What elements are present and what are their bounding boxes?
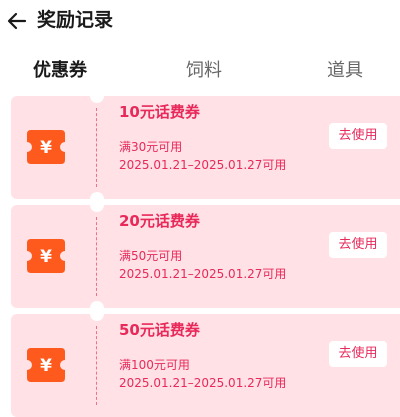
card-notch — [90, 205, 104, 212]
use-coupon-button[interactable]: 去使用 — [329, 341, 387, 367]
coupon-condition: 满100元可用 — [119, 358, 190, 372]
card-notch — [90, 192, 104, 199]
svg-text:¥: ¥ — [40, 356, 52, 376]
tab-coupons[interactable]: 优惠券 — [33, 58, 87, 84]
tab-feed[interactable]: 饲料 — [186, 58, 222, 84]
coupon-card: ¥ 50元话费券 满100元可用 2025.01.21–2025.01.27可用… — [11, 314, 400, 417]
card-notch — [90, 301, 104, 308]
use-coupon-button[interactable]: 去使用 — [329, 123, 387, 149]
coupon-title: 20元话费券 — [119, 212, 200, 230]
coupon-title: 10元话费券 — [119, 103, 200, 121]
coupon-validity: 2025.01.21–2025.01.27可用 — [119, 158, 287, 172]
coupon-condition: 满50元可用 — [119, 249, 183, 263]
coupon-card: ¥ 10元话费券 满30元可用 2025.01.21–2025.01.27可用 … — [11, 96, 400, 199]
coupon-condition: 满30元可用 — [119, 140, 183, 154]
coupon-card: ¥ 20元话费券 满50元可用 2025.01.21–2025.01.27可用 … — [11, 205, 400, 308]
card-notch — [90, 314, 104, 321]
coupon-validity: 2025.01.21–2025.01.27可用 — [119, 267, 287, 281]
coupon-validity: 2025.01.21–2025.01.27可用 — [119, 376, 287, 390]
yuan-ticket-icon: ¥ — [25, 237, 67, 275]
card-divider — [96, 326, 97, 405]
yuan-ticket-icon: ¥ — [25, 128, 67, 166]
arrow-left-icon[interactable] — [6, 10, 28, 32]
svg-text:¥: ¥ — [40, 247, 52, 267]
page-title: 奖励记录 — [37, 9, 114, 31]
header-bar: 奖励记录 — [0, 0, 400, 44]
card-notch — [90, 96, 104, 103]
tab-props[interactable]: 道具 — [327, 58, 363, 84]
card-divider — [96, 217, 97, 296]
tab-bar: 优惠券 饲料 道具 — [0, 56, 400, 92]
use-coupon-button[interactable]: 去使用 — [329, 232, 387, 258]
card-divider — [96, 108, 97, 187]
coupon-title: 50元话费券 — [119, 321, 200, 339]
svg-text:¥: ¥ — [40, 138, 52, 158]
yuan-ticket-icon: ¥ — [25, 346, 67, 384]
